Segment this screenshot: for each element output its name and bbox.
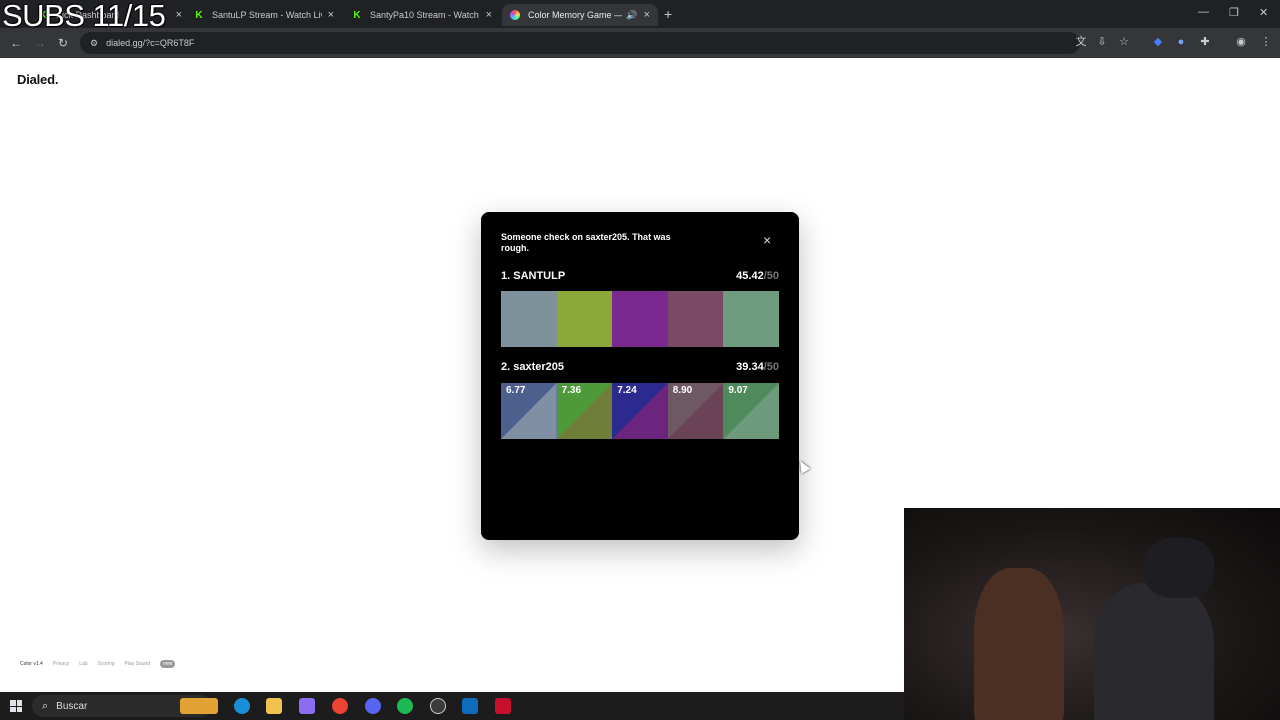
extension-icon[interactable]: ●: [1174, 35, 1188, 49]
chrome-icon[interactable]: [332, 698, 348, 714]
translate-icon[interactable]: 文: [1074, 35, 1088, 49]
site-logo[interactable]: Dialed.: [17, 72, 58, 87]
restore-icon[interactable]: ❐: [1229, 6, 1239, 19]
swatch-score: 8.90: [672, 385, 693, 396]
player-score: 45.42/50: [736, 270, 779, 282]
file-explorer-icon[interactable]: [266, 698, 282, 714]
windows-start-icon[interactable]: [10, 700, 22, 712]
close-icon[interactable]: ×: [644, 9, 650, 21]
tab-color-memory-game[interactable]: Color Memory Game — Ho 🔊 ×: [502, 4, 658, 26]
spotify-icon[interactable]: [397, 698, 413, 714]
speaker-icon[interactable]: 🔊: [626, 10, 637, 21]
color-swatch: 7.24: [612, 383, 668, 439]
color-swatch: 7.36: [556, 383, 613, 439]
color-swatch: [612, 291, 668, 347]
forward-icon[interactable]: →: [34, 36, 46, 50]
color-swatch: [501, 291, 557, 347]
profile-icon[interactable]: ◉: [1234, 35, 1248, 49]
color-swatch: [723, 291, 779, 347]
discord-icon[interactable]: [365, 698, 381, 714]
tab-title: SantyPa10 Stream - Watch Live: [370, 10, 480, 20]
streamer-figure: [974, 568, 1064, 720]
install-icon[interactable]: ⇩: [1095, 35, 1109, 49]
url-text: dialed.gg/?c=QR6T8F: [106, 38, 195, 48]
results-modal: Someone check on saxter205. That was rou…: [481, 212, 799, 540]
back-icon[interactable]: ←: [10, 36, 22, 50]
kick-icon: K: [195, 9, 203, 21]
color-wheel-icon: [510, 10, 520, 20]
swatch-score: 7.36: [561, 385, 582, 396]
minimize-icon[interactable]: —: [1198, 6, 1209, 18]
tab-santypa10-stream[interactable]: K SantyPa10 Stream - Watch Live ×: [344, 4, 500, 26]
stream-deck-icon[interactable]: [495, 698, 511, 714]
footer-link-scoring[interactable]: Scoring: [98, 661, 115, 667]
extension-shield-icon[interactable]: ◆: [1151, 35, 1165, 49]
menu-icon[interactable]: ⋮: [1259, 35, 1273, 49]
new-tab-button[interactable]: +: [664, 6, 672, 22]
score-value: 45.42: [736, 270, 764, 282]
puzzle-icon[interactable]: ✚: [1198, 35, 1212, 49]
close-icon[interactable]: ×: [763, 232, 771, 248]
tab-title: SantuLP Stream - Watch Live on: [212, 10, 322, 20]
address-bar-row: ← → ↻ ⚙ dialed.gg/?c=QR6T8F 文 ⇩ ☆ ◆ ● ✚ …: [0, 28, 1280, 58]
close-icon[interactable]: ×: [328, 9, 334, 21]
subs-counter-overlay: SUBS 11/15: [2, 0, 166, 33]
widgets-icon[interactable]: [180, 698, 218, 714]
footer-link-privacy[interactable]: Privacy: [53, 661, 69, 667]
close-icon[interactable]: ×: [486, 9, 492, 21]
footer-link-play-sound[interactable]: Play Sound: [125, 661, 151, 667]
swatch-score: 6.77: [506, 385, 526, 396]
footer: Color v1.4 Privacy Lab Scoring Play Soun…: [20, 660, 176, 668]
kick-icon: K: [353, 9, 361, 21]
color-swatch: [667, 291, 724, 347]
score-value: 39.34: [736, 361, 764, 373]
address-input[interactable]: ⚙ dialed.gg/?c=QR6T8F: [80, 32, 1080, 54]
chair-figure: [1144, 538, 1214, 598]
player-score: 39.34/50: [736, 361, 779, 373]
tab-santulp-stream[interactable]: K SantuLP Stream - Watch Live on ×: [186, 4, 342, 26]
star-icon[interactable]: ☆: [1117, 35, 1131, 49]
search-icon: ⌕: [42, 699, 49, 712]
score-max: /50: [763, 270, 779, 282]
search-label: Buscar: [56, 700, 88, 712]
outlook-icon[interactable]: [462, 698, 478, 714]
close-icon[interactable]: ×: [176, 9, 182, 21]
edge-icon[interactable]: [234, 698, 250, 714]
version-label: Color v1.4: [20, 661, 43, 667]
webcam-overlay: [904, 508, 1280, 720]
streamer-figure: [1094, 583, 1214, 720]
player-name: 2. saxter205: [501, 361, 564, 373]
copilot-icon[interactable]: [299, 698, 315, 714]
swatch-score: 7.24: [617, 385, 637, 396]
score-max: /50: [763, 361, 779, 373]
color-swatch: 9.07: [723, 383, 779, 439]
tune-icon[interactable]: ⚙: [90, 38, 98, 49]
swatch-score: 9.07: [728, 385, 748, 396]
modal-message: Someone check on saxter205. That was rou…: [501, 232, 671, 253]
browser-tab-bar: K Kick Dashboard × K SantuLP Stream - Wa…: [0, 0, 1280, 28]
color-strip: [501, 291, 779, 347]
color-strip: 6.77 7.36 7.24 8.90 9.07: [501, 383, 779, 439]
close-window-icon[interactable]: ✕: [1259, 6, 1268, 19]
new-badge: new: [160, 660, 176, 668]
color-swatch: 6.77: [501, 383, 557, 439]
footer-link-lab[interactable]: Lab: [79, 661, 87, 667]
color-swatch: [556, 291, 613, 347]
player-name: 1. SANTULP: [501, 270, 566, 282]
reload-icon[interactable]: ↻: [58, 36, 68, 50]
obs-icon[interactable]: [430, 698, 446, 714]
color-swatch: 8.90: [667, 383, 724, 439]
tab-title: Color Memory Game — Ho: [528, 10, 623, 20]
